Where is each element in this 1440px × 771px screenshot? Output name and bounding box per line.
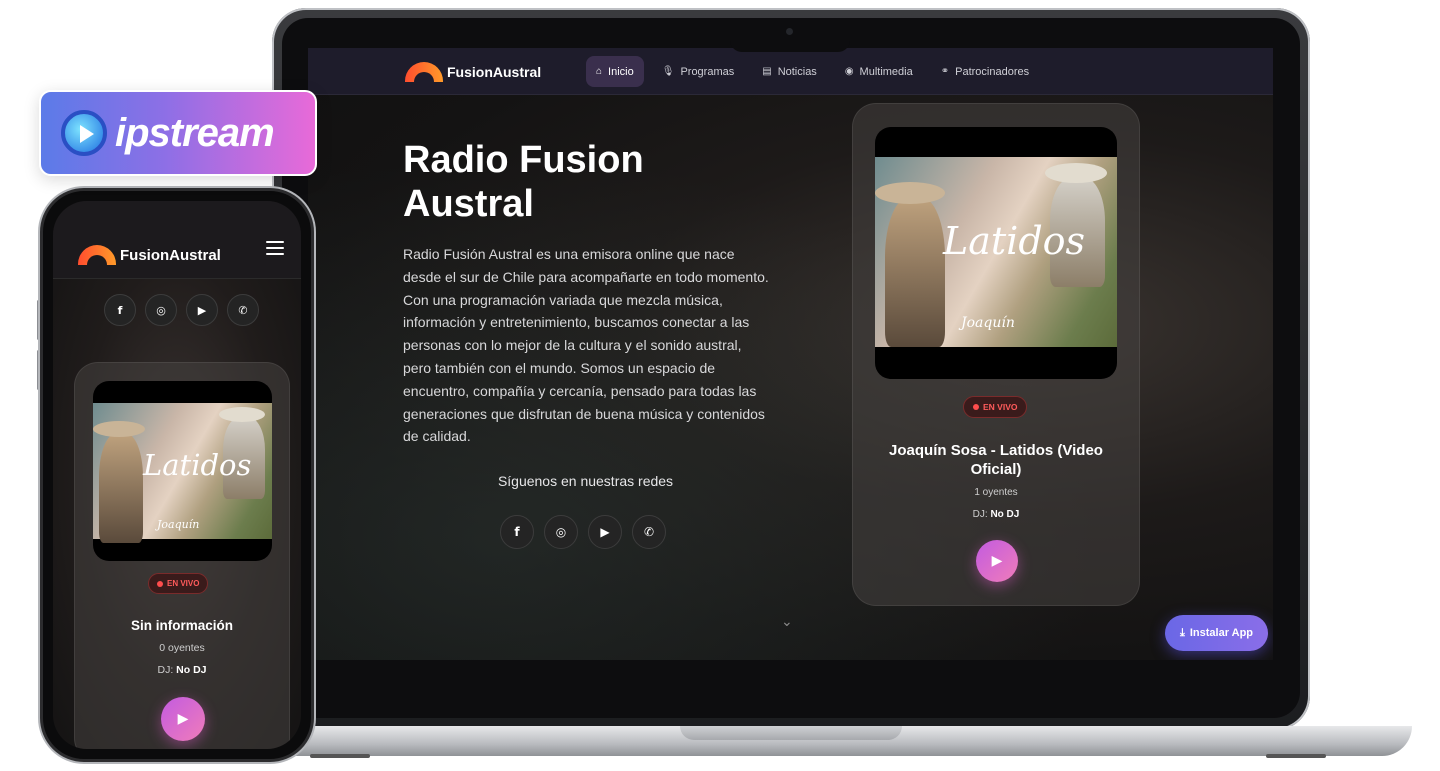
album-cover: Latidos Joaquín (93, 381, 272, 561)
listener-count: 1 oyentes (974, 487, 1018, 498)
cover-brand-text: Joaquín (961, 315, 1015, 331)
newspaper-icon: ▤ (762, 66, 772, 77)
player-card: Latidos Joaquín EN VIVO Joaquín Sosa - L… (852, 103, 1140, 606)
youtube-icon[interactable]: ▶ (588, 515, 622, 549)
nav-item-patrocinadores[interactable]: ⚭ Patrocinadores (931, 56, 1039, 87)
logo-text: FusionAustral (120, 246, 221, 264)
handshake-icon: ⚭ (940, 66, 950, 77)
nav-item-label: Inicio (608, 65, 634, 78)
live-label: EN VIVO (167, 579, 200, 588)
play-icon: ▶ (177, 711, 189, 727)
site-logo[interactable]: FusionAustral (405, 62, 541, 82)
dj-info: DJ: No DJ (75, 664, 289, 676)
follow-label: Síguenos en nuestras redes (497, 473, 674, 489)
chevron-down-icon[interactable]: ⌄ (781, 614, 793, 630)
cover-artwork: Latidos Joaquín (93, 403, 272, 543)
nav-item-multimedia[interactable]: ◉ Multimedia (835, 56, 923, 87)
ipstream-badge: ipstream (39, 90, 317, 176)
device-mockup-stage: FusionAustral ⌂ Inicio 🎙 Programas ▤ Not… (0, 0, 1440, 771)
facebook-icon[interactable]: f (500, 515, 534, 549)
dj-info: DJ: No DJ (853, 509, 1139, 520)
song-title: Sin información (130, 618, 233, 633)
mountain-arc-icon (405, 62, 443, 82)
cover-script-title: Latidos (143, 448, 252, 482)
hero-title: Radio Fusion Austral (403, 139, 644, 225)
instagram-icon[interactable]: ◎ (544, 515, 578, 549)
laptop-foot-left (310, 754, 370, 758)
nav-menu: ⌂ Inicio 🎙 Programas ▤ Noticias ◉ Multim… (586, 56, 1039, 87)
ipstream-wordmark: ipstream (115, 110, 275, 155)
nav-item-label: Multimedia (859, 65, 913, 78)
song-title: Joaquín Sosa - Latidos (Video Oficial) (889, 442, 1103, 478)
live-badge: EN VIVO (963, 396, 1028, 418)
laptop-opening-notch (680, 726, 902, 740)
cover-artwork: Latidos Joaquín (875, 157, 1117, 347)
cover-script-title: Latidos (943, 219, 1086, 263)
instagram-icon[interactable]: ◎ (145, 294, 177, 326)
mobile-header (53, 201, 301, 279)
laptop-foot-right (1266, 754, 1326, 758)
top-navigation: FusionAustral ⌂ Inicio 🎙 Programas ▤ Not… (308, 48, 1273, 95)
hamburger-menu-icon[interactable] (266, 241, 284, 255)
live-badge: EN VIVO (148, 573, 209, 594)
social-links: f ◎ ▶ ✆ (500, 515, 666, 549)
nav-item-label: Programas (680, 65, 735, 78)
album-cover: Latidos Joaquín (875, 127, 1117, 379)
microphone-icon: 🎙 (661, 66, 675, 77)
hat-shape (875, 182, 945, 204)
desktop-screen: FusionAustral ⌂ Inicio 🎙 Programas ▤ Not… (308, 48, 1273, 660)
play-button[interactable]: ▶ (161, 697, 205, 741)
mountain-arc-icon (78, 245, 116, 265)
live-dot-icon (157, 580, 163, 587)
hat-shape (93, 421, 145, 437)
play-circle-icon: ◉ (844, 66, 854, 77)
phone-frame: FusionAustral f ◎ ▶ ✆ Latidos Joaquín EN… (40, 188, 314, 762)
dj-label: DJ: (972, 509, 988, 520)
dj-name: No DJ (176, 664, 207, 676)
whatsapp-icon[interactable]: ✆ (227, 294, 259, 326)
camera-icon (786, 28, 793, 35)
nav-item-programas[interactable]: 🎙 Programas (652, 56, 745, 87)
laptop-notch (730, 18, 850, 52)
mobile-site-logo[interactable]: FusionAustral (78, 245, 221, 265)
cover-brand-text: Joaquín (157, 518, 200, 531)
dj-label: DJ: (157, 664, 174, 676)
facebook-icon[interactable]: f (104, 294, 136, 326)
install-app-label: Instalar App (1189, 627, 1254, 639)
youtube-icon[interactable]: ▶ (186, 294, 218, 326)
dj-name: No DJ (990, 509, 1020, 520)
rider-figure (99, 433, 143, 543)
live-label: EN VIVO (983, 402, 1018, 412)
ipstream-play-icon (61, 110, 107, 156)
live-dot-icon (973, 404, 979, 410)
whatsapp-icon[interactable]: ✆ (632, 515, 666, 549)
hat-shape-2 (219, 407, 265, 422)
download-icon: ⤓ (1179, 626, 1185, 639)
hat-shape-2 (1045, 163, 1107, 183)
play-icon: ▶ (991, 553, 1003, 569)
install-app-button[interactable]: ⤓ Instalar App (1165, 615, 1268, 651)
nav-item-noticias[interactable]: ▤ Noticias (752, 56, 827, 87)
nav-item-inicio[interactable]: ⌂ Inicio (586, 56, 644, 87)
nav-item-label: Noticias (777, 65, 817, 78)
hero-description: Radio Fusión Austral es una emisora onli… (403, 246, 769, 445)
home-icon: ⌂ (596, 66, 603, 77)
listener-count: 0 oyentes (159, 642, 205, 654)
mobile-social-links: f ◎ ▶ ✆ (104, 294, 259, 326)
mobile-screen: FusionAustral f ◎ ▶ ✆ Latidos Joaquín EN… (53, 201, 301, 749)
nav-item-label: Patrocinadores (955, 65, 1030, 78)
rider-figure (885, 197, 945, 347)
mobile-player-card: Latidos Joaquín EN VIVO Sin información … (74, 362, 290, 749)
play-button[interactable]: ▶ (976, 540, 1018, 582)
logo-text: FusionAustral (447, 64, 542, 80)
